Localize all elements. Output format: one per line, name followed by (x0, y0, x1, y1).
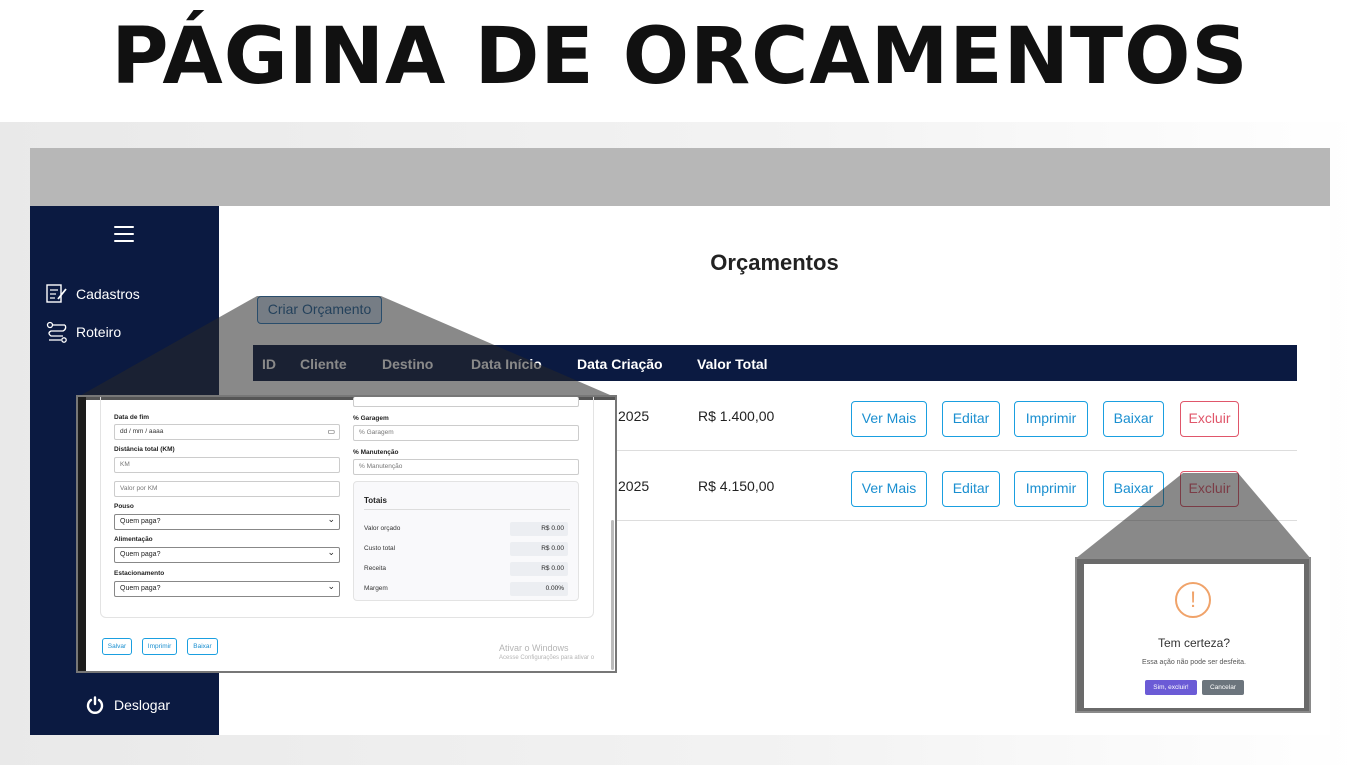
cell-valor-total: R$ 1.400,00 (698, 408, 775, 424)
zoom-backdrop-edge (78, 397, 86, 671)
km-field[interactable]: KM (114, 457, 340, 473)
delete-button[interactable]: Excluir (1180, 471, 1239, 507)
print-button[interactable]: Imprimir (1014, 401, 1088, 437)
form-scrollbar[interactable] (611, 520, 614, 670)
download-button[interactable]: Baixar (1103, 471, 1164, 507)
confirm-delete-button[interactable]: Sim, excluir! (1145, 680, 1197, 695)
create-budget-button[interactable]: Criar Orçamento (257, 296, 382, 324)
value-per-km-field[interactable]: Valor por KM (114, 481, 340, 497)
total-value: R$ 0.00 (510, 542, 568, 556)
label-pouso: Pouso (114, 503, 134, 510)
header-data-inicio: Data Início (471, 356, 542, 372)
warning-icon: ! (1175, 582, 1211, 618)
alimentacao-select[interactable]: Quem paga? (114, 545, 340, 563)
print-button[interactable]: Imprimir (1014, 471, 1088, 507)
header-valor-total: Valor Total (697, 356, 768, 372)
power-icon (86, 696, 104, 714)
form-icon (46, 284, 67, 303)
header-id: ID (262, 356, 276, 372)
sidebar-item-cadastros[interactable]: Cadastros (46, 282, 140, 306)
totals-panel: Totais Valor orçado R$ 0.00 Custo total … (353, 481, 579, 601)
date-placeholder: dd / mm / aaaa (120, 428, 164, 435)
cell-data-criacao: 2025 (618, 478, 650, 494)
estacionamento-select[interactable]: Quem paga? (114, 579, 340, 597)
top-bar (30, 148, 1330, 206)
table-header: ID Cliente Destino Data Início Data Cria… (253, 345, 1297, 381)
dialog-text: Essa ação não pode ser desfeita. (1142, 659, 1246, 666)
confirm-dialog: ! Tem certeza? Essa ação não pode ser de… (1084, 564, 1304, 708)
form-card: Data de fim dd / mm / aaaa ▭ Distância t… (100, 397, 594, 618)
total-label: Margem (364, 585, 388, 592)
sidebar-item-label: Cadastros (76, 286, 140, 302)
route-icon (46, 321, 67, 343)
logout-label: Deslogar (114, 697, 171, 713)
sidebar-item-label: Roteiro (76, 324, 122, 340)
dialog-title: Tem certeza? (1157, 636, 1231, 650)
windows-activation-text: Acesse Configurações para ativar o (499, 655, 595, 661)
cancel-button[interactable]: Cancelar (1202, 680, 1244, 695)
print-form-button[interactable]: Imprimir (142, 638, 177, 655)
label-data-fim: Data de fim (114, 414, 150, 421)
header-destino: Destino (382, 356, 434, 372)
previous-field-edge[interactable] (353, 397, 579, 407)
logout-button[interactable]: Deslogar (86, 696, 170, 714)
label-garagem: % Garagem (353, 415, 389, 422)
total-value: R$ 0.00 (510, 522, 568, 536)
budget-form-panel: Data de fim dd / mm / aaaa ▭ Distância t… (86, 397, 615, 671)
total-value: 0.00% (510, 582, 568, 596)
date-end-field[interactable]: dd / mm / aaaa ▭ (114, 424, 340, 440)
confirm-modal-callout: ! Tem certeza? Essa ação não pode ser de… (1075, 557, 1311, 713)
label-estacionamento: Estacionamento (114, 570, 165, 577)
cell-valor-total: R$ 4.150,00 (698, 478, 775, 494)
download-button[interactable]: Baixar (1103, 401, 1164, 437)
pouso-select[interactable]: Quem paga? (114, 512, 340, 530)
label-manutencao: % Manutenção (353, 449, 399, 456)
total-label: Valor orçado (364, 525, 401, 532)
edit-button[interactable]: Editar (942, 401, 1000, 437)
manutencao-field[interactable]: % Manutenção (353, 459, 579, 475)
totals-title: Totais (364, 496, 387, 505)
page-title: Orçamentos (710, 250, 839, 275)
view-more-button[interactable]: Ver Mais (851, 401, 927, 437)
total-label: Receita (364, 565, 387, 572)
delete-button[interactable]: Excluir (1180, 401, 1239, 437)
edit-button[interactable]: Editar (942, 471, 1000, 507)
sidebar-item-roteiro[interactable]: Roteiro (46, 320, 121, 344)
total-label: Custo total (364, 545, 396, 552)
save-button[interactable]: Salvar (102, 638, 132, 655)
windows-activation-title: Ativar o Windows (499, 643, 569, 653)
download-form-button[interactable]: Baixar (187, 638, 218, 655)
total-value: R$ 0.00 (510, 562, 568, 576)
label-distancia: Distância total (KM) (114, 446, 175, 453)
header-cliente: Cliente (300, 356, 347, 372)
cell-data-criacao: 2025 (618, 408, 650, 424)
menu-toggle-icon[interactable] (114, 226, 134, 242)
calendar-icon: ▭ (327, 427, 335, 436)
page-headline: PÁGINA DE ORCAMENTOS (111, 12, 1249, 102)
label-alimentacao: Alimentação (114, 536, 153, 543)
view-more-button[interactable]: Ver Mais (851, 471, 927, 507)
garagem-field[interactable]: % Garagem (353, 425, 579, 441)
totals-divider (364, 509, 570, 510)
form-zoom-callout: Data de fim dd / mm / aaaa ▭ Distância t… (76, 395, 617, 673)
header-data-criacao: Data Criação (577, 356, 663, 372)
